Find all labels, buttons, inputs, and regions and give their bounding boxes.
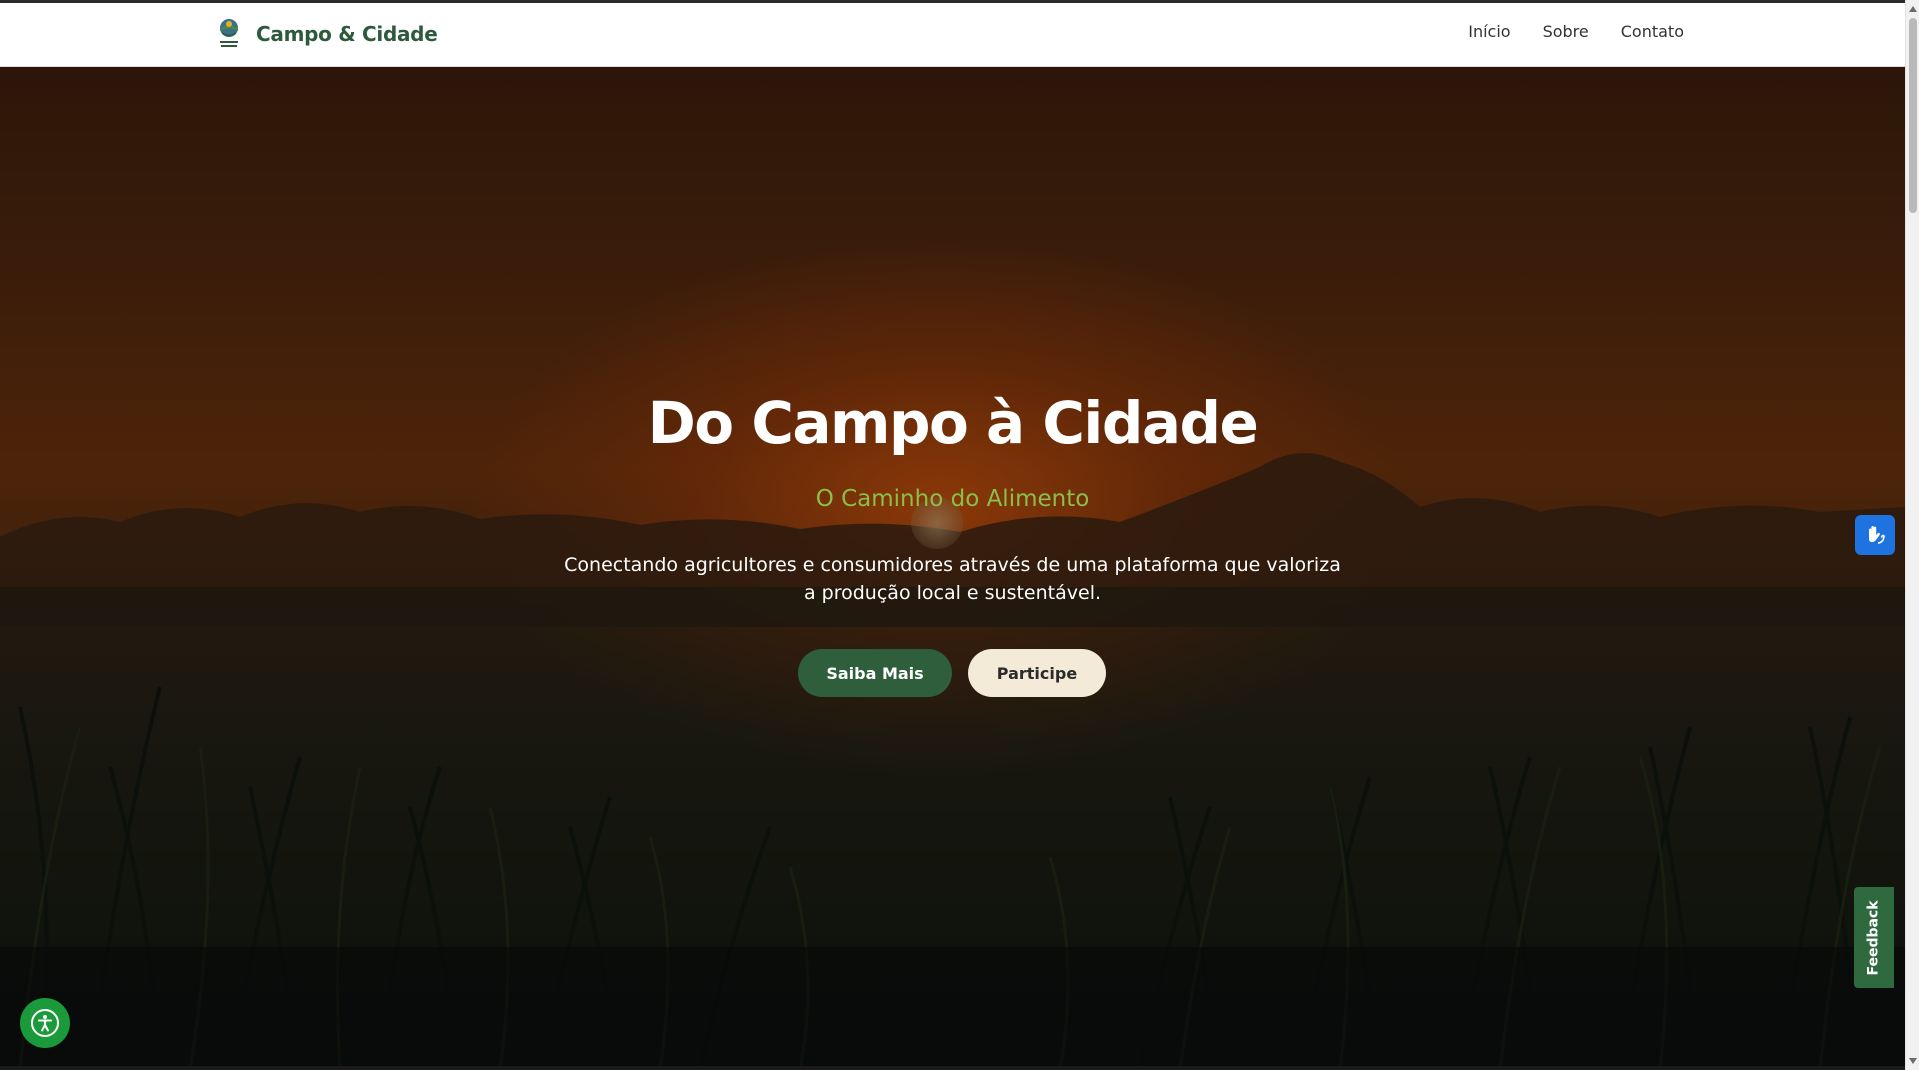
bottom-border	[0, 1066, 1905, 1070]
accessibility-person-icon	[31, 1009, 59, 1037]
site-header: Campo & Cidade Início Sobre Contato	[0, 3, 1905, 67]
brand-name: Campo & Cidade	[256, 22, 438, 46]
scroll-down-icon[interactable]	[1906, 1054, 1919, 1068]
scroll-up-icon[interactable]	[1906, 2, 1919, 16]
vlibras-widget-button[interactable]	[1855, 515, 1895, 555]
saiba-mais-button[interactable]: Saiba Mais	[798, 649, 952, 697]
hero-subtitle: O Caminho do Alimento	[815, 486, 1090, 512]
brand-link[interactable]: Campo & Cidade	[216, 17, 438, 51]
page-scrollbar[interactable]	[1905, 0, 1919, 1070]
scrollbar-thumb[interactable]	[1909, 18, 1917, 213]
nav-item-contato[interactable]: Contato	[1621, 22, 1684, 41]
hero-description: Conectando agricultores e consumidores a…	[564, 554, 1341, 604]
sign-language-hands-icon	[1869, 526, 1885, 544]
accessibility-button[interactable]	[20, 998, 70, 1048]
participe-button[interactable]: Participe	[968, 649, 1106, 697]
main-nav: Início Sobre Contato	[1468, 22, 1684, 41]
hero-section: Do Campo à Cidade O Caminho do Alimento …	[0, 67, 1905, 1070]
feedback-tab[interactable]: Feedback	[1854, 887, 1894, 988]
logo-icon	[220, 19, 238, 47]
hero-title: Do Campo à Cidade	[647, 389, 1259, 457]
feedback-label: Feedback	[1866, 899, 1882, 976]
nav-item-inicio[interactable]: Início	[1468, 22, 1510, 41]
nav-item-sobre[interactable]: Sobre	[1543, 22, 1589, 41]
page: Campo & Cidade Início Sobre Contato Do C…	[0, 0, 1919, 1070]
